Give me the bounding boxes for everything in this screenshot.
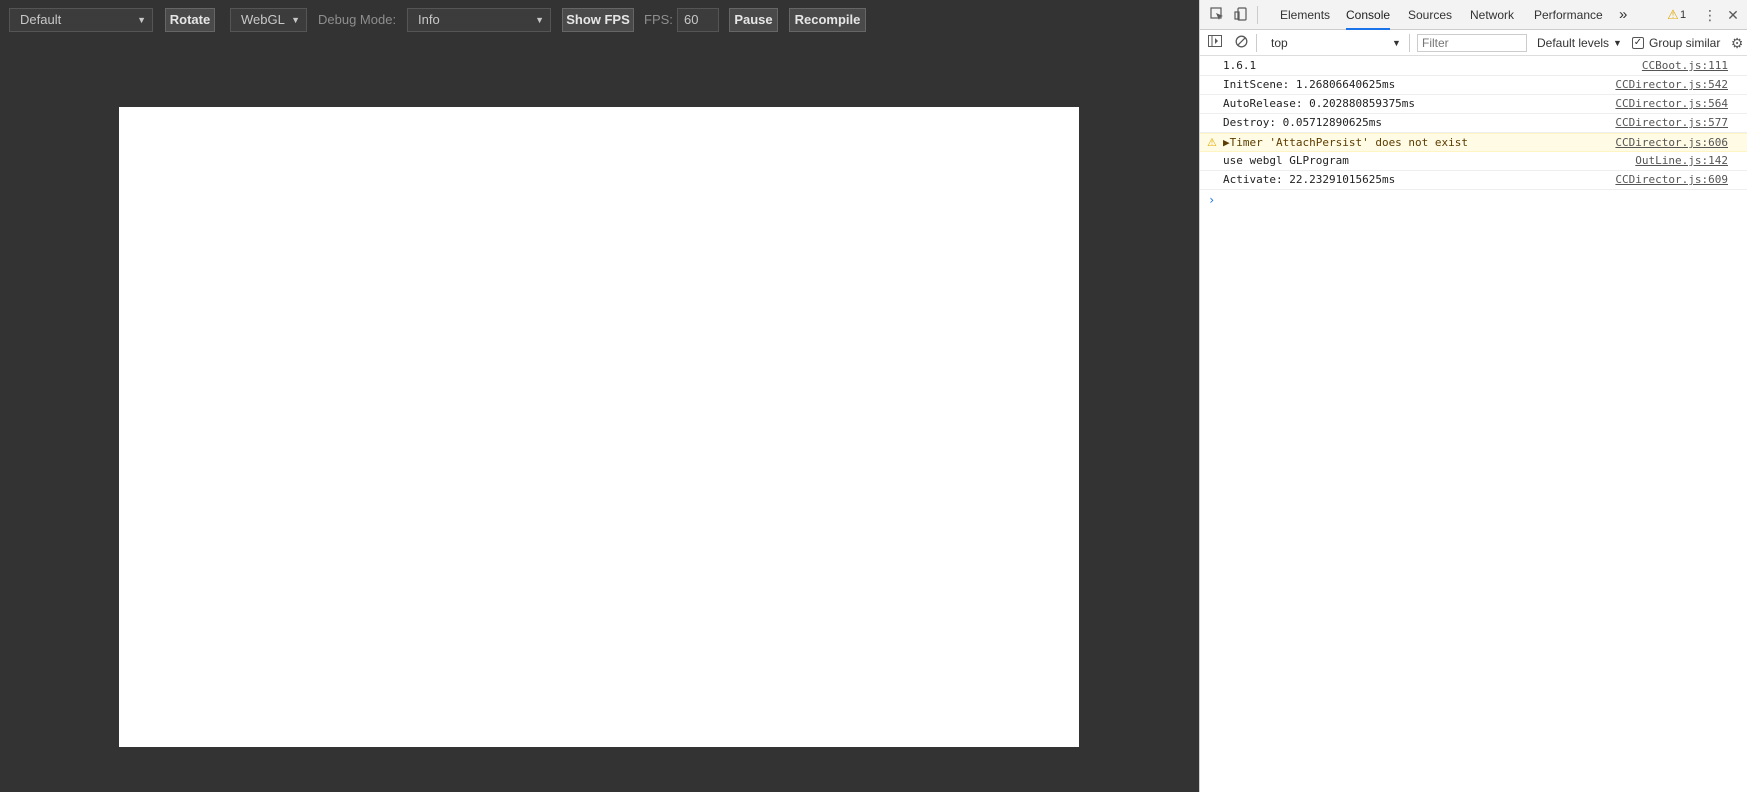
chevron-down-icon: ▼: [137, 15, 146, 25]
console-row: Activate: 22.23291015625ms CCDirector.js…: [1200, 171, 1747, 190]
group-similar-label: Group similar: [1649, 36, 1721, 50]
debug-mode-select[interactable]: Info ▼: [407, 8, 551, 32]
console-row: use webgl GLProgram OutLine.js:142: [1200, 152, 1747, 171]
tab-performance[interactable]: Performance: [1534, 0, 1603, 30]
pause-button[interactable]: Pause: [729, 8, 778, 32]
console-source-link[interactable]: CCBoot.js:111: [1642, 57, 1728, 75]
devtools-tabbar: Elements Console Sources Network Perform…: [1200, 0, 1747, 30]
console-row: 1.6.1 CCBoot.js:111: [1200, 57, 1747, 76]
game-preview-panel: Default ▼ Rotate WebGL ▼ Debug Mode: Inf…: [0, 0, 1199, 792]
chevron-down-icon: ▼: [291, 15, 300, 25]
console-message: Destroy: 0.05712890625ms: [1223, 116, 1382, 129]
context-chevron-down-icon[interactable]: ▼: [1392, 30, 1401, 56]
console-row: Destroy: 0.05712890625ms CCDirector.js:5…: [1200, 114, 1747, 133]
preview-toolbar: Default ▼ Rotate WebGL ▼ Debug Mode: Inf…: [0, 0, 1199, 40]
recompile-button[interactable]: Recompile: [789, 8, 866, 32]
clear-console-icon[interactable]: [1233, 35, 1249, 51]
fps-input[interactable]: 60: [677, 8, 719, 32]
renderer-select[interactable]: WebGL ▼: [230, 8, 307, 32]
levels-chevron-down-icon[interactable]: ▼: [1613, 30, 1622, 56]
kebab-menu-icon[interactable]: ⋮: [1702, 7, 1718, 23]
console-row: InitScene: 1.26806640625ms CCDirector.js…: [1200, 76, 1747, 95]
tab-console[interactable]: Console: [1346, 0, 1391, 30]
renderer-select-value: WebGL: [241, 12, 285, 27]
warning-count[interactable]: 1: [1680, 0, 1686, 30]
console-prompt[interactable]: ›: [1200, 190, 1747, 210]
console-warning-row[interactable]: ⚠ ▶Timer 'AttachPersist' does not exist …: [1200, 133, 1747, 152]
debug-mode-select-value: Info: [418, 12, 440, 27]
fps-label: FPS:: [644, 12, 673, 27]
console-toolbar: top ▼ Default levels ▼ ✓ Group similar ⚙: [1200, 30, 1747, 56]
console-source-link[interactable]: CCDirector.js:564: [1615, 95, 1728, 113]
console-message: ▶Timer 'AttachPersist' does not exist: [1223, 136, 1469, 149]
tab-network[interactable]: Network: [1470, 0, 1514, 30]
console-row: AutoRelease: 0.202880859375ms CCDirector…: [1200, 95, 1747, 114]
console-source-link[interactable]: OutLine.js:142: [1635, 152, 1728, 170]
device-toolbar-icon[interactable]: [1233, 7, 1249, 23]
game-canvas[interactable]: [119, 107, 1079, 747]
warning-icon[interactable]: ⚠: [1665, 7, 1681, 23]
warning-icon: ⚠: [1207, 136, 1217, 149]
console-message: Activate: 22.23291015625ms: [1223, 173, 1396, 186]
toolbar-separator: [1409, 34, 1410, 52]
settings-gear-icon[interactable]: ⚙: [1729, 35, 1745, 51]
console-message: 1.6.1: [1223, 59, 1257, 72]
console-source-link[interactable]: CCDirector.js:542: [1615, 76, 1728, 94]
more-tabs-icon[interactable]: »: [1619, 0, 1627, 30]
inspect-element-icon[interactable]: [1209, 7, 1225, 23]
prompt-chevron-icon: ›: [1208, 193, 1216, 207]
console-source-link[interactable]: CCDirector.js:577: [1615, 114, 1728, 132]
console-message: use webgl GLProgram: [1223, 154, 1349, 167]
default-levels-select[interactable]: Default levels: [1537, 30, 1609, 56]
tab-sources[interactable]: Sources: [1408, 0, 1452, 30]
debug-mode-label: Debug Mode:: [318, 12, 397, 27]
console-message: InitScene: 1.26806640625ms: [1223, 78, 1396, 91]
tab-separator: [1257, 6, 1258, 24]
tab-elements[interactable]: Elements: [1280, 0, 1330, 30]
orientation-select-value: Default: [20, 12, 62, 27]
context-select[interactable]: top: [1271, 30, 1288, 56]
console-output: 1.6.1 CCBoot.js:111 InitScene: 1.2680664…: [1200, 57, 1747, 210]
rotate-button[interactable]: Rotate: [165, 8, 215, 32]
devtools-panel: Elements Console Sources Network Perform…: [1199, 0, 1747, 792]
orientation-select[interactable]: Default ▼: [9, 8, 153, 32]
console-message: AutoRelease: 0.202880859375ms: [1223, 97, 1416, 110]
close-icon[interactable]: ✕: [1725, 7, 1741, 23]
console-source-link[interactable]: CCDirector.js:606: [1615, 134, 1728, 152]
show-fps-button[interactable]: Show FPS: [562, 8, 634, 32]
sidebar-toggle-icon[interactable]: [1207, 35, 1223, 51]
group-similar-checkbox[interactable]: ✓: [1632, 37, 1644, 49]
chevron-down-icon: ▼: [535, 15, 544, 25]
toolbar-separator: [1256, 34, 1257, 52]
console-source-link[interactable]: CCDirector.js:609: [1615, 171, 1728, 189]
filter-input[interactable]: [1417, 34, 1527, 52]
